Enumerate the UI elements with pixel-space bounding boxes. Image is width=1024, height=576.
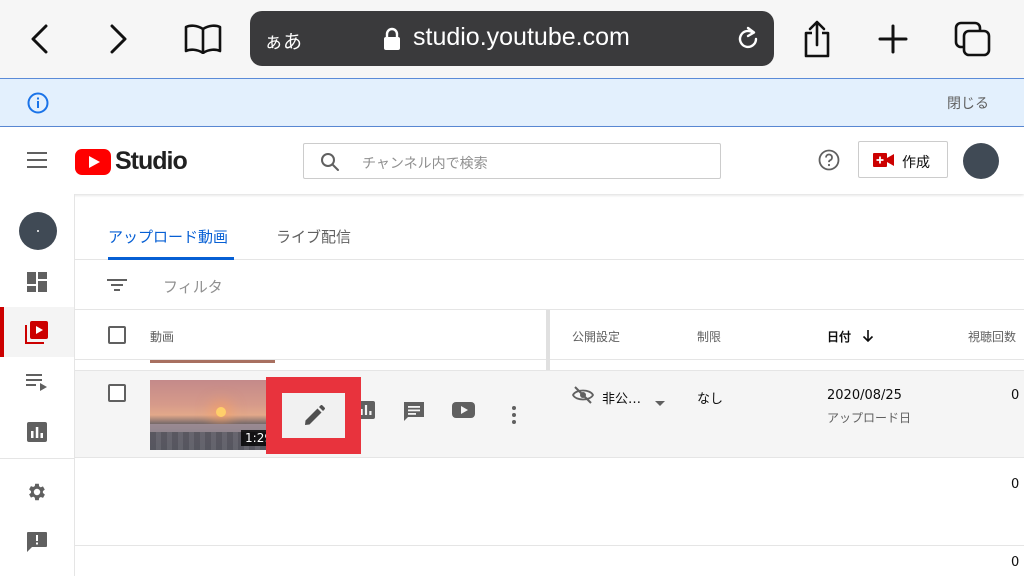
sidebar-item-dashboard[interactable] xyxy=(0,257,74,307)
new-tab-icon[interactable] xyxy=(871,17,915,61)
column-visibility[interactable]: 公開設定 xyxy=(572,328,620,345)
create-button[interactable]: 作成 xyxy=(858,141,948,178)
text-size-button[interactable]: ぁあ xyxy=(264,27,302,54)
menu-icon[interactable] xyxy=(27,152,49,172)
youtube-play-icon xyxy=(75,148,111,175)
column-restrictions[interactable]: 制限 xyxy=(697,328,721,345)
back-icon[interactable] xyxy=(18,17,62,61)
thumbnail-sun xyxy=(216,407,226,417)
sidebar-item-playlists[interactable] xyxy=(0,357,74,407)
youtube-view-icon[interactable] xyxy=(452,401,475,423)
search-icon xyxy=(320,152,340,176)
sidebar-divider xyxy=(0,458,74,459)
bookmarks-icon[interactable] xyxy=(181,17,225,61)
banner-close-button[interactable]: 閉じる xyxy=(947,93,989,113)
share-icon[interactable] xyxy=(795,17,839,61)
info-icon xyxy=(27,92,49,118)
account-avatar[interactable] xyxy=(963,143,999,179)
tab-live[interactable]: ライブ配信 xyxy=(276,226,351,247)
create-label: 作成 xyxy=(902,155,930,171)
more-options-icon[interactable] xyxy=(511,405,517,429)
filter-icon[interactable] xyxy=(107,277,127,297)
analytics-icon xyxy=(27,422,47,442)
row-checkbox[interactable] xyxy=(108,384,126,402)
restrictions-value: なし xyxy=(697,392,724,407)
column-video: 動画 xyxy=(150,330,175,344)
content-tabs: アップロード動画 ライブ配信 xyxy=(75,194,1024,260)
gear-icon xyxy=(29,483,45,501)
filter-bar[interactable]: フィルタ xyxy=(75,260,1024,310)
browser-toolbar: ぁあ studio.youtube.com xyxy=(0,0,1024,78)
date-value: 2020/08/25 xyxy=(827,388,902,403)
tab-uploads[interactable]: アップロード動画 xyxy=(108,226,228,247)
sidebar-item-content[interactable] xyxy=(0,307,74,357)
logo-text: Studio xyxy=(115,147,188,175)
content-icon xyxy=(25,321,48,344)
edit-highlight xyxy=(266,377,361,454)
sidebar xyxy=(0,194,75,576)
playlist-icon xyxy=(26,374,47,391)
filter-input[interactable]: フィルタ xyxy=(163,276,223,297)
column-date-label: 日付 xyxy=(827,330,852,344)
visibility-off-icon xyxy=(571,386,595,408)
views-count: 0 xyxy=(1011,388,1020,403)
address-bar[interactable]: ぁあ studio.youtube.com xyxy=(250,11,774,66)
views-count-extra: 0 xyxy=(1011,555,1020,570)
lock-icon xyxy=(383,27,401,55)
pencil-icon xyxy=(304,404,325,425)
previous-row-thumbnail xyxy=(150,360,275,363)
column-date[interactable]: 日付 xyxy=(827,328,875,345)
arrow-down-icon xyxy=(863,330,874,343)
column-views[interactable]: 視聴回数 xyxy=(968,328,1016,345)
video-thumbnail[interactable]: 1:29 xyxy=(150,380,276,450)
sidebar-item-settings[interactable] xyxy=(0,467,74,517)
info-banner: 閉じる xyxy=(0,78,1024,127)
comments-icon[interactable] xyxy=(403,401,425,427)
search-placeholder: チャンネル内で検索 xyxy=(362,156,488,172)
forward-icon[interactable] xyxy=(96,17,140,61)
reload-icon[interactable] xyxy=(734,25,762,57)
sidebar-item-feedback[interactable] xyxy=(0,517,74,567)
table-row[interactable]: 1:29 非公… なし 2020/08/25 アップロード日 0 xyxy=(75,370,1024,458)
select-all-checkbox[interactable] xyxy=(108,326,126,344)
tabs-icon[interactable] xyxy=(951,17,995,61)
channel-avatar[interactable] xyxy=(19,212,57,250)
studio-header: Studio チャンネル内で検索 作成 xyxy=(0,127,1024,194)
row-divider xyxy=(75,545,1024,546)
edit-button[interactable] xyxy=(282,393,345,438)
views-count-extra: 0 xyxy=(1011,477,1020,492)
studio-logo[interactable]: Studio xyxy=(75,147,188,176)
video-camera-icon xyxy=(873,152,895,172)
help-icon[interactable] xyxy=(818,149,840,175)
dashboard-icon xyxy=(27,272,47,292)
visibility-dropdown[interactable]: 非公… xyxy=(602,388,641,407)
search-input[interactable]: チャンネル内で検索 xyxy=(303,143,721,179)
url-text: studio.youtube.com xyxy=(413,23,630,51)
sidebar-item-analytics[interactable] xyxy=(0,407,74,457)
feedback-icon xyxy=(27,532,47,552)
date-type: アップロード日 xyxy=(827,411,912,425)
dropdown-arrow-icon[interactable] xyxy=(655,392,665,411)
